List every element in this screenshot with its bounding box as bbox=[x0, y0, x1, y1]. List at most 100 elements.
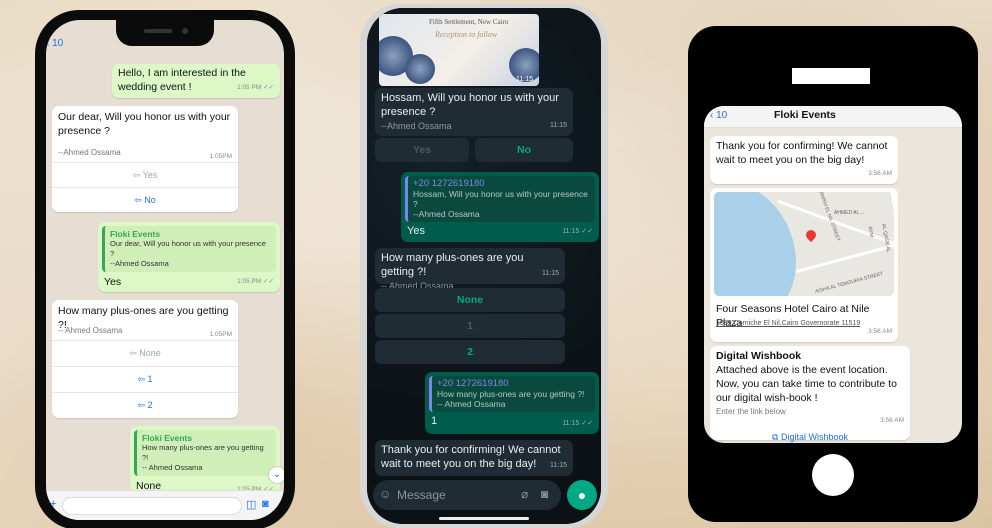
reply-message: Floki Events How many plus-ones are you … bbox=[130, 426, 280, 500]
option-1-button[interactable]: ⇦ 1 bbox=[52, 366, 238, 391]
quote-sender: Floki Events bbox=[142, 433, 193, 443]
message-footer: Enter the link below bbox=[716, 407, 786, 416]
message-text: Our dear, Will you honor us with your pr… bbox=[58, 111, 231, 137]
phone-light: ‹ 10 Hello, I am interested in the weddi… bbox=[35, 10, 295, 528]
quoted-message: +20 1272619180 How many plus-ones are yo… bbox=[429, 376, 595, 412]
option-yes-button[interactable]: Yes bbox=[375, 138, 469, 162]
home-button[interactable] bbox=[812, 454, 854, 496]
phone-classic: ‹ 10 Floki Events Thank you for confirmi… bbox=[688, 26, 978, 522]
poll-message: How many plus-ones are you getting ?! --… bbox=[52, 300, 238, 418]
speaker bbox=[792, 68, 870, 84]
message-time: 11:15 bbox=[550, 122, 567, 129]
poll-message: Our dear, Will you honor us with your pr… bbox=[52, 106, 238, 212]
home-indicator bbox=[439, 517, 529, 520]
invitation-card-image[interactable]: Fifth Settlement, New Cairo Reception to… bbox=[379, 14, 539, 86]
message-time: 11:15 bbox=[516, 76, 533, 83]
message-text: Thank you for confirming! We cannot wait… bbox=[381, 444, 561, 470]
message-outgoing: Hello, I am interested in the wedding ev… bbox=[112, 64, 280, 98]
reply-icon: ⇦ bbox=[137, 400, 145, 410]
message-text: Thank you for confirming! We cannot wait… bbox=[716, 140, 888, 166]
mic-button[interactable]: ● bbox=[567, 480, 597, 510]
quote-sender: +20 1272619180 bbox=[437, 378, 509, 389]
message-text: Attached above is the event location. No… bbox=[716, 364, 897, 404]
back-count: 10 bbox=[52, 38, 64, 49]
reply-icon: ⇦ bbox=[134, 195, 142, 205]
chat-screen-dark: Fifth Settlement, New Cairo Reception to… bbox=[367, 8, 601, 524]
quote-text: How many plus-ones are you getting ?! bbox=[142, 443, 264, 462]
quote-text: How many plus-ones are you getting ?! bbox=[437, 389, 585, 399]
digital-wishbook-button[interactable]: ⧉ Digital Wishbook bbox=[710, 430, 910, 443]
plus-icon[interactable]: + bbox=[50, 498, 56, 510]
message-time: 11:15 ✓✓ bbox=[562, 420, 593, 427]
option-no-button[interactable]: No bbox=[475, 138, 573, 162]
message-time: 1:05 PM ✓✓ bbox=[237, 278, 274, 285]
wishbook-message: Digital Wishbook Attached above is the e… bbox=[710, 346, 910, 443]
message-time: 11:15 bbox=[550, 462, 567, 469]
option-2-button[interactable]: 2 bbox=[375, 340, 565, 364]
quoted-message: Floki Events Our dear, Will you honor us… bbox=[102, 226, 276, 272]
option-yes-button[interactable]: ⇦ Yes bbox=[52, 162, 238, 187]
mic-icon: ● bbox=[577, 487, 587, 503]
quote-signature: --Ahmed Ossama bbox=[413, 209, 480, 219]
poll-message: How many plus-ones are you getting ?! --… bbox=[375, 248, 565, 291]
back-button[interactable]: ‹ 10 bbox=[46, 38, 63, 49]
reply-icon: ⇦ bbox=[129, 348, 137, 358]
message-incoming: Thank you for confirming! We cannot wait… bbox=[375, 440, 573, 476]
attach-icon[interactable]: ⌀ bbox=[521, 487, 528, 501]
option-2-button[interactable]: ⇦ 2 bbox=[52, 392, 238, 417]
location-address-link[interactable]: 1089 Corniche El Nil,Cairo Governorate 1… bbox=[716, 317, 860, 331]
reply-icon: ⇦ bbox=[132, 170, 141, 180]
phone-dark: Fifth Settlement, New Cairo Reception to… bbox=[360, 4, 608, 528]
message-text: Hossam, Will you honor us with your pres… bbox=[381, 92, 559, 118]
sticker-icon[interactable]: ◫ bbox=[246, 498, 256, 511]
camera-icon[interactable]: ◙ bbox=[541, 487, 548, 501]
option-no-button[interactable]: ⇦ No bbox=[52, 187, 238, 212]
reply-icon: ⇦ bbox=[137, 374, 145, 384]
link-icon: ⧉ bbox=[772, 432, 779, 442]
back-button[interactable]: ‹ 10 bbox=[710, 110, 727, 121]
message-input[interactable]: Message bbox=[397, 488, 446, 502]
input-bar: + ◫ ◙ bbox=[46, 490, 284, 520]
quote-sender: Floki Events bbox=[110, 229, 161, 239]
location-message[interactable]: KORNISH EL NIL STREET AHMED AL ... AL QA… bbox=[710, 188, 898, 342]
emoji-icon[interactable]: ☺ bbox=[379, 487, 391, 501]
scroll-down-button[interactable]: ⌄ bbox=[268, 466, 284, 484]
reply-message: +20 1272619180 Hossam, Will you honor us… bbox=[401, 172, 599, 242]
option-1-button[interactable]: 1 bbox=[375, 314, 565, 338]
message-signature: -- Ahmed Ossama bbox=[58, 326, 123, 335]
message-time: 3:56 AM bbox=[868, 170, 892, 177]
quote-text: Hossam, Will you honor us with your pres… bbox=[413, 189, 588, 209]
quote-signature: -- Ahmed Ossama bbox=[437, 399, 506, 409]
camera-icon[interactable]: ◙ bbox=[262, 498, 269, 510]
message-signature: --Ahmed Ossama bbox=[58, 148, 121, 157]
message-incoming: Thank you for confirming! We cannot wait… bbox=[710, 136, 898, 184]
map-preview[interactable]: KORNISH EL NIL STREET AHMED AL ... AL QA… bbox=[714, 192, 894, 296]
quoted-message: +20 1272619180 Hossam, Will you honor us… bbox=[405, 176, 595, 222]
contact-name: Floki Events bbox=[774, 109, 836, 121]
chat-header: ‹ 10 Floki Events bbox=[704, 106, 962, 128]
option-none-button[interactable]: None bbox=[375, 288, 565, 312]
quote-sender: +20 1272619180 bbox=[413, 178, 485, 189]
card-script: Reception to follow bbox=[435, 30, 498, 39]
message-input-bar[interactable]: ☺ Message ⌀ ◙ bbox=[373, 480, 561, 510]
chat-screen-light: ‹ 10 Hello, I am interested in the weddi… bbox=[46, 20, 284, 520]
message-input[interactable] bbox=[62, 497, 242, 515]
quote-signature: --Ahmed Ossama bbox=[110, 259, 169, 268]
poll-message: Hossam, Will you honor us with your pres… bbox=[375, 88, 573, 136]
location-pin-icon bbox=[803, 227, 819, 243]
reply-message: Floki Events Our dear, Will you honor us… bbox=[98, 222, 280, 292]
quote-text: Our dear, Will you honor us with your pr… bbox=[110, 239, 266, 258]
message-time: 3:56 AM bbox=[868, 328, 892, 335]
chat-screen-classic: ‹ 10 Floki Events Thank you for confirmi… bbox=[704, 106, 962, 443]
option-none-button[interactable]: ⇦ None bbox=[52, 340, 238, 365]
quoted-message: Floki Events How many plus-ones are you … bbox=[134, 430, 276, 476]
message-time: 1:05 PM ✓✓ bbox=[237, 84, 274, 91]
message-time: 3:56 AM bbox=[880, 417, 904, 424]
quote-signature: -- Ahmed Ossama bbox=[142, 463, 203, 472]
message-time: 11:15 ✓✓ bbox=[562, 228, 593, 235]
notch bbox=[116, 20, 214, 46]
wishbook-title: Digital Wishbook bbox=[716, 350, 802, 362]
card-location: Fifth Settlement, New Cairo bbox=[429, 18, 509, 26]
message-text: Hello, I am interested in the wedding ev… bbox=[118, 67, 246, 93]
reply-message: +20 1272619180 How many plus-ones are yo… bbox=[425, 372, 599, 434]
